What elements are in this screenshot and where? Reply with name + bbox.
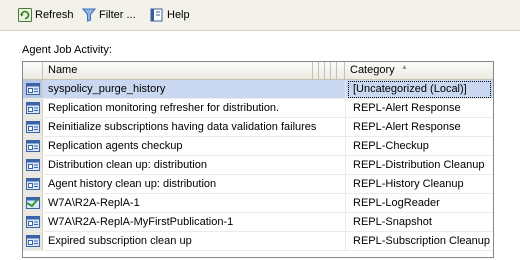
header-name-column[interactable]: Name	[43, 62, 313, 79]
agent-job-activity-label: Agent Job Activity:	[22, 44, 112, 56]
header-collapsed-column[interactable]	[337, 62, 345, 79]
column-divider	[345, 194, 346, 212]
sort-ascending-icon: ▲	[401, 64, 408, 71]
table-row[interactable]: Replication monitoring refresher for dis…	[23, 99, 493, 118]
row-icon-cell	[23, 80, 43, 98]
row-icon-cell	[23, 175, 43, 193]
table-row[interactable]: Expired subscription clean up REPL-Subscr…	[23, 232, 493, 251]
grid-header: Name Category ▲	[23, 62, 493, 80]
refresh-button[interactable]: Refresh	[18, 6, 74, 24]
job-category: REPL-Alert Response	[353, 102, 461, 114]
job-name: Replication monitoring refresher for dis…	[48, 102, 280, 114]
column-divider	[345, 99, 346, 117]
row-icon-cell	[23, 213, 43, 231]
column-divider	[345, 118, 346, 136]
refresh-icon	[18, 8, 32, 22]
help-icon	[150, 8, 163, 22]
header-category-label: Category	[350, 64, 395, 76]
table-row[interactable]: W7A\R2A-ReplA-1 REPL-LogReader	[23, 194, 493, 213]
filter-button[interactable]: Filter ...	[82, 6, 136, 24]
header-category-column[interactable]: Category ▲	[345, 62, 493, 79]
row-icon-cell	[23, 99, 43, 117]
job-category: REPL-Alert Response	[353, 121, 461, 133]
column-divider	[345, 213, 346, 231]
row-icon-cell	[23, 156, 43, 174]
filter-label: Filter ...	[99, 9, 136, 21]
job-name: syspolicy_purge_history	[48, 83, 166, 95]
job-name: Expired subscription clean up	[48, 235, 192, 247]
toolbar: Refresh Filter ... Help	[0, 0, 520, 31]
header-icon-column[interactable]	[23, 62, 43, 79]
row-icon-cell	[23, 137, 43, 155]
table-row[interactable]: Replication agents checkup REPL-Checkup	[23, 137, 493, 156]
job-name: W7A\R2A-ReplA-MyFirstPublication-1	[48, 216, 234, 228]
job-category: REPL-Snapshot	[353, 216, 432, 228]
job-category: REPL-Distribution Cleanup	[353, 159, 485, 171]
help-label: Help	[167, 9, 190, 21]
help-button[interactable]: Help	[150, 6, 190, 24]
job-name: Replication agents checkup	[48, 140, 183, 152]
table-row[interactable]: W7A\R2A-ReplA-MyFirstPublication-1 REPL-S…	[23, 213, 493, 232]
job-name: Agent history clean up: distribution	[48, 178, 217, 190]
job-category: REPL-Subscription Cleanup	[353, 235, 490, 247]
column-divider	[345, 156, 346, 174]
column-divider	[345, 232, 346, 250]
table-row[interactable]: Reinitialize subscriptions having data v…	[23, 118, 493, 137]
job-activity-grid[interactable]: Name Category ▲ syspolicy_purge_history […	[22, 61, 494, 258]
row-icon-cell	[23, 194, 43, 212]
header-name-label: Name	[48, 64, 78, 76]
grid-rows: syspolicy_purge_history [Uncategorized (L…	[23, 80, 493, 251]
row-icon-cell	[23, 118, 43, 136]
column-divider	[345, 175, 346, 193]
column-divider	[345, 137, 346, 155]
filter-icon	[82, 8, 96, 22]
table-row[interactable]: Distribution clean up: distribution REPL-…	[23, 156, 493, 175]
table-row[interactable]: Agent history clean up: distribution REPL…	[23, 175, 493, 194]
row-icon-cell	[23, 232, 43, 250]
job-name: Distribution clean up: distribution	[48, 159, 207, 171]
job-category: REPL-LogReader	[353, 197, 440, 209]
refresh-label: Refresh	[35, 9, 74, 21]
job-category: REPL-Checkup	[353, 140, 429, 152]
column-divider	[345, 80, 346, 98]
job-name: Reinitialize subscriptions having data v…	[48, 121, 317, 133]
table-row[interactable]: syspolicy_purge_history [Uncategorized (L…	[23, 80, 493, 99]
job-name: W7A\R2A-ReplA-1	[48, 197, 140, 209]
job-category: [Uncategorized (Local)]	[353, 83, 467, 95]
job-category: REPL-History Cleanup	[353, 178, 464, 190]
